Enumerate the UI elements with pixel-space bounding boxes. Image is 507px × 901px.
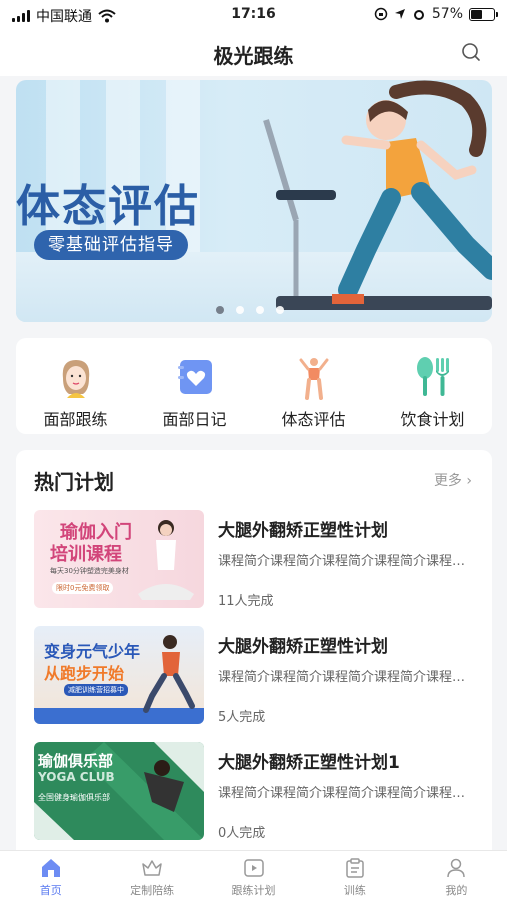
carousel-dots <box>216 306 284 314</box>
plan-thumbnail: 瑜伽入门 培训课程 每天30分钟塑造完美身材 限时0元免费领取 <box>34 510 204 608</box>
plan-completed: 0人完成 <box>218 826 266 841</box>
thumb-headline2: 培训课程 <box>50 544 122 565</box>
carousel-dot[interactable] <box>256 306 264 314</box>
tab-label: 定制陪练 <box>130 884 175 897</box>
battery-icon <box>469 7 498 21</box>
thumb-note: 每天30分钟塑造完美身材 <box>50 567 129 575</box>
plan-item[interactable]: 变身元气少年 从跑步开始 减肥训练营招募中 大腿外翻矫正塑性计划 课程简介课程简… <box>34 626 474 726</box>
carousel-dot[interactable] <box>236 306 244 314</box>
plan-thumbnail: 变身元气少年 从跑步开始 减肥训练营招募中 <box>34 626 204 724</box>
plan-completed: 11人完成 <box>218 594 274 609</box>
more-link[interactable]: 更多 › <box>434 470 472 490</box>
category-diet[interactable]: 饮食计划 <box>373 338 492 434</box>
banner-subtitle: 零基础评估指导 <box>34 230 188 260</box>
plan-title: 大腿外翻矫正塑性计划1 <box>218 753 400 773</box>
plan-item[interactable]: 瑜伽俱乐部 YOGA CLUB 全国健身瑜伽俱乐部 大腿外翻矫正塑性计划1 课程… <box>34 742 474 842</box>
plan-title: 大腿外翻矫正塑性计划 <box>218 637 388 657</box>
thumb-headline: 变身元气少年 <box>44 642 141 661</box>
promo-banner[interactable]: 体态评估 零基础评估指导 <box>16 80 492 322</box>
chevron-right-icon: › <box>461 473 472 489</box>
tab-label: 首页 <box>39 884 62 897</box>
plan-completed: 5人完成 <box>218 710 266 725</box>
plan-desc: 课程简介课程简介课程简介课程简介课程简介 <box>218 786 468 801</box>
plan-thumbnail: 瑜伽俱乐部 YOGA CLUB 全国健身瑜伽俱乐部 <box>34 742 204 840</box>
tab-label: 训练 <box>343 884 366 897</box>
app-header: 极光跟练 <box>0 30 507 76</box>
play-video-icon <box>243 859 264 877</box>
tab-label: 跟练计划 <box>231 884 276 897</box>
tab-profile[interactable]: 我的 <box>406 851 507 901</box>
thumb-tag: 限时0元免费领取 <box>52 582 114 594</box>
tab-label: 我的 <box>445 884 468 897</box>
posture-figure-icon <box>299 358 328 400</box>
thumb-headline: 瑜伽俱乐部 <box>38 752 114 770</box>
status-bar: 中国联通 17:16 57% <box>0 0 507 30</box>
tab-custom-coach[interactable]: 定制陪练 <box>101 851 202 901</box>
section-title: 热门计划 <box>34 470 114 494</box>
tab-home[interactable]: 首页 <box>0 851 101 901</box>
spoon-fork-icon <box>416 357 449 396</box>
crown-icon <box>142 860 162 876</box>
more-label: 更多 <box>433 473 462 489</box>
runner-illustration <box>263 80 492 310</box>
home-icon <box>41 859 60 877</box>
bottom-tab-bar: 首页 定制陪练 跟练计划 训练 我的 <box>0 850 507 901</box>
category-label: 体态评估 <box>281 410 346 429</box>
carousel-dot[interactable] <box>216 306 224 314</box>
category-face-diary[interactable]: 面部日记 <box>135 338 254 434</box>
tab-training[interactable]: 训练 <box>304 851 405 901</box>
plan-item[interactable]: 瑜伽入门 培训课程 每天30分钟塑造完美身材 限时0元免费领取 大腿外翻矫正塑性… <box>34 510 474 610</box>
category-posture[interactable]: 体态评估 <box>254 338 373 434</box>
thumb-note: 减肥训练营招募中 <box>64 684 128 696</box>
category-label: 面部日记 <box>162 410 227 429</box>
category-label: 饮食计划 <box>400 410 465 429</box>
category-label: 面部跟练 <box>43 410 108 429</box>
battery-percent: 57% <box>431 6 463 22</box>
tab-follow-plan[interactable]: 跟练计划 <box>203 851 304 901</box>
face-woman-icon <box>62 360 89 398</box>
clipboard-icon <box>346 858 364 878</box>
runner-figure-illustration <box>143 635 195 713</box>
thumb-headline2: YOGA CLUB <box>38 770 115 784</box>
hot-plans-section: 热门计划 更多 › 瑜伽入门 培训课程 每天30分钟塑造完美身材 限时0元免费领… <box>16 450 492 850</box>
plan-title: 大腿外翻矫正塑性计划 <box>218 521 388 541</box>
page-title: 极光跟练 <box>213 44 294 68</box>
category-grid: 面部跟练 面部日记 体态评估 饮食计划 <box>16 338 492 434</box>
thumb-headline2: 从跑步开始 <box>44 664 125 683</box>
plan-desc: 课程简介课程简介课程简介课程简介课程简介 <box>218 670 468 685</box>
alarm-icon <box>413 10 424 20</box>
location-icon <box>394 9 405 19</box>
banner-title: 体态评估 <box>16 181 200 232</box>
rotation-lock-icon <box>374 7 388 21</box>
plan-desc: 课程简介课程简介课程简介课程简介课程简介 <box>218 554 468 569</box>
yoga-figure-illustration <box>138 520 194 600</box>
heart-diary-icon <box>177 360 212 394</box>
user-icon <box>447 858 466 878</box>
search-icon[interactable] <box>461 42 481 62</box>
carousel-dot[interactable] <box>276 306 284 314</box>
thumb-note: 全国健身瑜伽俱乐部 <box>38 793 110 802</box>
category-face-training[interactable]: 面部跟练 <box>16 338 135 434</box>
status-right: 57% <box>374 6 498 22</box>
